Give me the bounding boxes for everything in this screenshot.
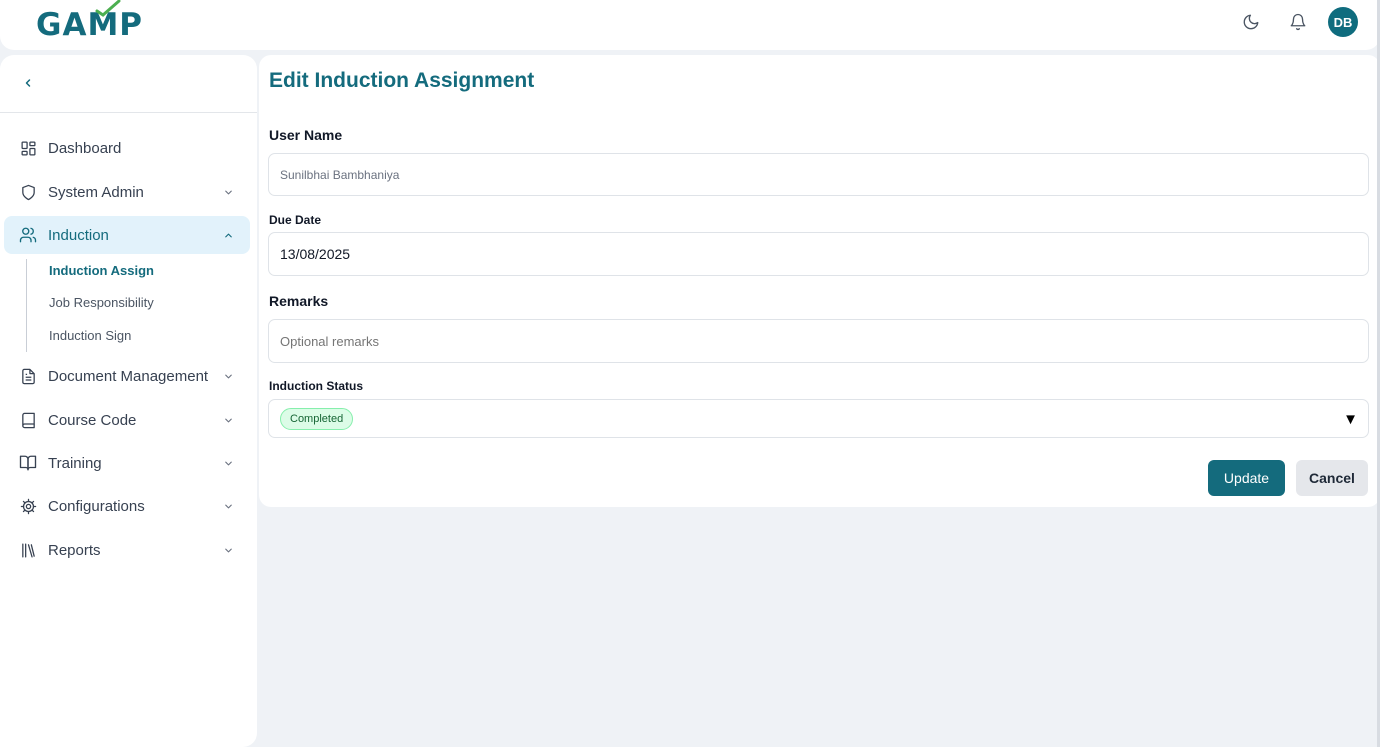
- remarks-input[interactable]: [280, 333, 1368, 349]
- chevron-down-icon: [221, 185, 235, 199]
- sidebar-item-reports[interactable]: Reports: [4, 531, 250, 569]
- induction-status-select[interactable]: Completed ▼: [268, 399, 1369, 438]
- book-icon: [19, 411, 37, 429]
- grid-icon: [19, 139, 37, 157]
- logo-text-ga: GA: [36, 7, 88, 43]
- update-button[interactable]: Update: [1208, 460, 1285, 496]
- subnav-item-induction-sign[interactable]: Induction Sign: [49, 328, 131, 343]
- user-avatar[interactable]: DB: [1328, 7, 1358, 37]
- status-badge: Completed: [280, 407, 354, 430]
- users-icon: [19, 226, 37, 244]
- moon-icon[interactable]: [1241, 12, 1261, 32]
- chevron-up-icon: [221, 228, 235, 242]
- chevron-down-icon: [221, 456, 235, 470]
- top-header: GA M P DB: [0, 0, 1380, 50]
- sidebar-item-label: System Admin: [48, 183, 144, 201]
- app-logo[interactable]: GA M P: [36, 0, 144, 46]
- chevron-down-icon: [221, 499, 235, 513]
- due-date-field[interactable]: [268, 232, 1369, 276]
- chevron-down-icon: [221, 543, 235, 557]
- sidebar-divider: [0, 112, 257, 113]
- chevron-down-icon: [221, 369, 235, 383]
- bell-icon[interactable]: [1288, 12, 1308, 32]
- sidebar-item-label: Reports: [48, 541, 101, 559]
- sidebar-item-training[interactable]: Training: [4, 444, 250, 482]
- sidebar: Dashboard System Admin Induction Inducti…: [0, 55, 257, 747]
- sidebar-item-induction[interactable]: Induction: [4, 216, 250, 254]
- library-icon: [19, 541, 37, 559]
- sidebar-item-label: Dashboard: [48, 139, 122, 157]
- shield-icon: [19, 183, 37, 201]
- due-date-input[interactable]: [280, 246, 1368, 262]
- file-icon: [19, 367, 37, 385]
- subnav-item-induction-assign[interactable]: Induction Assign: [49, 263, 154, 278]
- book-open-icon: [19, 454, 37, 472]
- induction-status-label: Induction Status: [269, 379, 363, 393]
- sidebar-item-label: Configurations: [48, 497, 145, 515]
- sidebar-item-configurations[interactable]: Configurations: [4, 487, 250, 525]
- dropdown-caret-icon[interactable]: ▼: [1343, 411, 1358, 428]
- remarks-label: Remarks: [269, 293, 329, 309]
- user-name-field[interactable]: [268, 153, 1369, 196]
- cancel-button[interactable]: Cancel: [1296, 460, 1368, 496]
- page-title: Edit Induction Assignment: [269, 69, 535, 92]
- sidebar-item-label: Document Management: [48, 367, 209, 385]
- logo-check-icon: [95, 0, 121, 17]
- subnav-guide-line: [26, 259, 27, 352]
- sidebar-item-system-admin[interactable]: System Admin: [4, 173, 250, 211]
- due-date-label: Due Date: [269, 213, 322, 227]
- sidebar-item-document-management[interactable]: Document Management: [4, 357, 250, 395]
- logo-text-p: P: [119, 7, 144, 43]
- subnav-item-job-responsibility[interactable]: Job Responsibility: [49, 295, 154, 310]
- chevron-down-icon: [221, 413, 235, 427]
- gear-icon: [19, 497, 37, 515]
- user-name-label: User Name: [269, 127, 343, 143]
- chevron-left-icon[interactable]: [18, 72, 38, 94]
- edit-form-card: Edit Induction Assignment User Name Due …: [259, 55, 1380, 507]
- sidebar-item-course-code[interactable]: Course Code: [4, 401, 250, 439]
- sidebar-item-label: Course Code: [48, 411, 137, 429]
- logo-text-m: M: [87, 0, 121, 43]
- sidebar-item-dashboard[interactable]: Dashboard: [4, 129, 250, 167]
- remarks-field[interactable]: [268, 319, 1369, 363]
- sidebar-item-label: Training: [48, 454, 102, 472]
- user-name-input[interactable]: [280, 167, 1368, 182]
- sidebar-item-label: Induction: [48, 226, 109, 244]
